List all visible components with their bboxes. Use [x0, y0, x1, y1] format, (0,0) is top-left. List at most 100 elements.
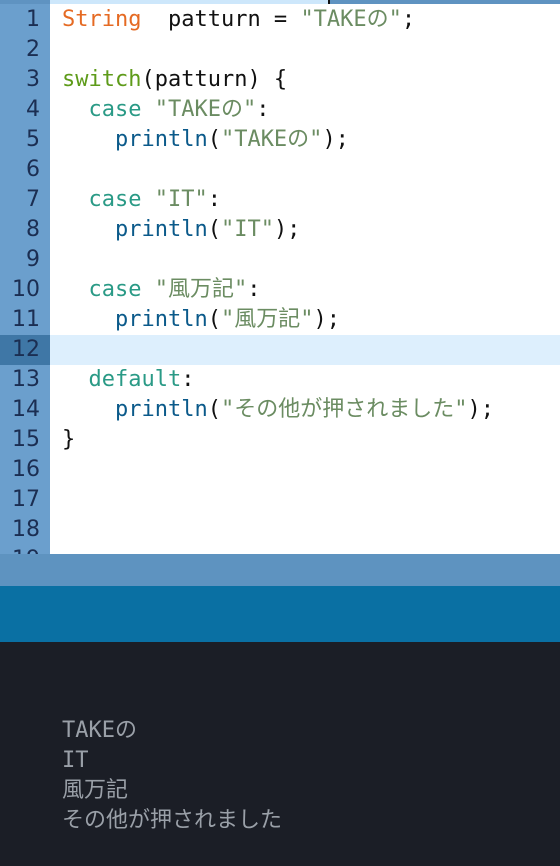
code-token: ); — [273, 217, 301, 242]
code-token: : — [181, 367, 195, 392]
code-text: String patturn = "TAKEの"; — [62, 5, 415, 35]
code-token: (patturn) { — [141, 67, 288, 92]
code-token: ; — [401, 7, 416, 32]
code-text: println("風万記"); — [62, 305, 340, 335]
code-line[interactable]: 11 println("風万記"); — [0, 305, 560, 335]
code-token: case — [88, 97, 142, 122]
line-number: 14 — [12, 397, 40, 422]
code-editor[interactable]: 1 String patturn = "TAKEの"; 2 3 switch(pattu… — [0, 4, 560, 554]
code-line[interactable]: 14 println("その他が押されました"); — [0, 395, 560, 425]
code-line[interactable]: 8 println("IT"); — [0, 215, 560, 245]
code-line[interactable]: 6 — [0, 155, 560, 185]
line-number: 2 — [26, 37, 40, 62]
code-line[interactable]: 17 — [0, 485, 560, 515]
code-text: println("TAKEの"); — [62, 125, 349, 155]
line-number: 13 — [12, 367, 40, 392]
code-token: "TAKEの" — [220, 127, 323, 152]
line-number: 17 — [12, 487, 40, 512]
code-token: case — [88, 187, 142, 212]
code-text: case "IT": — [62, 185, 221, 215]
code-token: ); — [467, 397, 494, 422]
code-text: case "風万記": — [62, 275, 261, 305]
code-line[interactable]: 2 — [0, 35, 560, 65]
code-token: "風万記" — [220, 307, 314, 332]
code-line[interactable]: 18 — [0, 515, 560, 545]
line-number: 18 — [12, 517, 40, 542]
line-number: 6 — [26, 157, 40, 182]
editor-resize-bar[interactable] — [0, 554, 560, 586]
code-token: switch — [62, 67, 142, 92]
code-token: } — [62, 427, 76, 452]
code-line[interactable]: 10 case "風万記": — [0, 275, 560, 305]
code-token: "風万記" — [154, 277, 248, 302]
line-number: 4 — [26, 97, 40, 122]
line-number: 1 — [26, 7, 40, 32]
code-text: println("IT"); — [62, 215, 300, 245]
code-line[interactable]: 1 String patturn = "TAKEの"; — [0, 5, 560, 35]
code-line[interactable]: 3 switch(patturn) { — [0, 65, 560, 95]
line-number: 7 — [26, 187, 40, 212]
code-token: : — [247, 277, 261, 302]
code-token: ); — [313, 307, 340, 332]
code-line[interactable]: 13 default: — [0, 365, 560, 395]
code-line[interactable]: 12 — [0, 335, 560, 365]
line-number: 15 — [12, 427, 40, 452]
code-line[interactable]: 5 println("TAKEの"); — [0, 125, 560, 155]
line-number: 19 — [0, 545, 40, 554]
console-line: 風万記 — [62, 778, 129, 803]
code-token: "TAKEの" — [154, 97, 257, 122]
code-token: println — [114, 217, 208, 242]
line-number: 10 — [12, 277, 40, 302]
console-header-bar — [0, 586, 560, 642]
line-number: 8 — [26, 217, 40, 242]
console-line: IT — [62, 748, 89, 773]
code-token: String — [62, 7, 142, 32]
code-text: println("その他が押されました"); — [62, 395, 494, 425]
line-number: 11 — [12, 307, 40, 332]
code-line[interactable]: 16 — [0, 455, 560, 485]
code-line[interactable]: 4 case "TAKEの": — [0, 95, 560, 125]
code-token: "IT" — [154, 187, 208, 212]
code-token: "TAKEの" — [300, 7, 402, 32]
console-output: TAKEの IT 風万記 その他が押されました — [0, 642, 560, 866]
code-token: "その他が押されました" — [220, 397, 468, 422]
code-token: : — [256, 97, 270, 122]
console-line: TAKEの — [62, 718, 137, 743]
code-line[interactable]: 15} — [0, 425, 560, 455]
code-token: patturn = — [141, 7, 301, 32]
code-line[interactable]: 19 — [0, 545, 560, 554]
line-number: 5 — [26, 127, 40, 152]
code-text: case "TAKEの": — [62, 95, 270, 125]
code-line[interactable]: 9 — [0, 245, 560, 275]
code-token: ( — [207, 217, 221, 242]
code-token: "IT" — [220, 217, 274, 242]
code-token: ( — [207, 307, 221, 332]
code-text: default: — [62, 365, 195, 395]
code-token: println — [114, 307, 208, 332]
code-token: : — [207, 187, 221, 212]
code-line[interactable]: 7 case "IT": — [0, 185, 560, 215]
code-token: default — [88, 367, 182, 392]
code-token: ( — [207, 127, 221, 152]
line-number: 16 — [12, 457, 40, 482]
line-number: 12 — [0, 335, 50, 365]
code-text: switch(patturn) { — [62, 65, 287, 95]
line-number: 3 — [26, 67, 40, 92]
code-token: println — [114, 127, 208, 152]
console-line: その他が押されました — [62, 808, 283, 833]
code-token: ( — [207, 397, 221, 422]
code-token: case — [88, 277, 142, 302]
code-text: } — [62, 425, 75, 455]
code-token: println — [114, 397, 208, 422]
